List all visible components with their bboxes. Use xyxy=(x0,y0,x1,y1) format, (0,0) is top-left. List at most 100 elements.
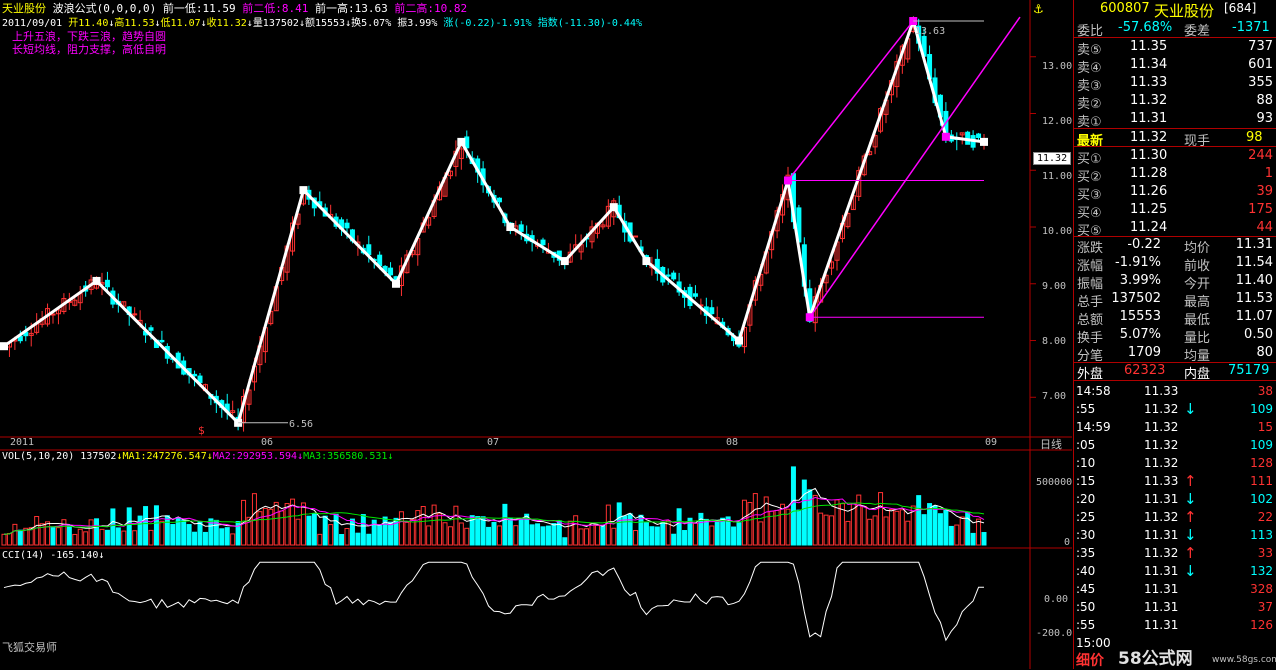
tick-row[interactable]: :30 11.31 ↓ 113 xyxy=(1074,526,1276,544)
volume-bar xyxy=(948,525,954,546)
wave-node xyxy=(0,342,8,351)
volume-bar xyxy=(17,529,23,546)
tick-row[interactable]: :35 11.32 ↑ 33 xyxy=(1074,544,1276,562)
volume-bar xyxy=(747,502,753,546)
candle-body xyxy=(104,279,110,288)
tick-row[interactable]: :25 11.32 ↑ 22 xyxy=(1074,508,1276,526)
volume-bar xyxy=(807,489,813,546)
tick-row[interactable]: :05 11.32 109 xyxy=(1074,436,1276,454)
volume-bar xyxy=(888,509,894,546)
volume-bar xyxy=(186,524,192,546)
volume-bar xyxy=(540,526,546,546)
volume-bar xyxy=(137,515,143,546)
tick-row[interactable]: :20 11.31 ↓ 102 xyxy=(1074,490,1276,508)
volume-bar xyxy=(284,503,290,546)
tick-row[interactable]: :50 11.31 37 xyxy=(1074,598,1276,616)
price-tick: 12.00 xyxy=(1042,116,1073,127)
quote-row: 卖③ 11.33 355 xyxy=(1077,75,1273,94)
volume-bar xyxy=(959,516,965,546)
volume-bar xyxy=(676,508,682,546)
candle-body xyxy=(132,313,138,316)
anchor-icon[interactable]: ⚓ xyxy=(1033,2,1044,16)
candle-body xyxy=(344,222,350,229)
volume-bar xyxy=(426,525,432,546)
channel-lines xyxy=(238,16,1021,424)
candle-body xyxy=(540,239,546,246)
wave-node xyxy=(642,257,651,266)
volume-bar xyxy=(132,530,138,546)
volume-bar xyxy=(834,499,840,546)
tick-row[interactable]: :10 11.32 128 xyxy=(1074,454,1276,472)
volume-bar xyxy=(551,523,557,546)
wave-node xyxy=(92,276,101,285)
tick-row[interactable]: 14:58 11.33 38 xyxy=(1074,382,1276,400)
volume-bar xyxy=(192,531,198,546)
volume-bar xyxy=(409,519,415,546)
volume-bar xyxy=(262,507,268,546)
tick-row[interactable]: :55 11.31 126 xyxy=(1074,616,1276,634)
low-label: 6.56 xyxy=(289,419,314,430)
volume-bar xyxy=(404,521,410,546)
tick-row[interactable]: :15 11.33 ↑ 111 xyxy=(1074,472,1276,490)
volume-bar xyxy=(273,501,279,546)
wave-polyline xyxy=(3,16,985,426)
volume-bar xyxy=(486,526,492,546)
wave-node xyxy=(506,223,515,232)
quote-row: 分笔 1709 均量 80 xyxy=(1077,345,1273,364)
volume-bar xyxy=(812,494,818,546)
volume-bar xyxy=(818,512,824,546)
volume-bar xyxy=(230,533,236,546)
date-tick: 07 xyxy=(487,437,500,448)
volume-bar xyxy=(698,512,704,546)
volume-bar xyxy=(780,503,786,546)
volume-bar xyxy=(94,518,100,546)
high-label: 13.63 xyxy=(915,26,946,37)
volume-bar xyxy=(796,509,802,546)
volume-bar xyxy=(703,518,709,546)
volume-bar xyxy=(349,518,355,546)
volume-bar xyxy=(801,479,807,546)
volume-bar xyxy=(654,526,660,546)
volume-bar xyxy=(916,495,922,546)
price-tick: 9.00 xyxy=(1042,281,1067,292)
candle-body xyxy=(192,373,198,377)
wave-node xyxy=(980,137,988,146)
tick-row[interactable]: :55 11.32 ↓ 109 xyxy=(1074,400,1276,418)
volume-bar xyxy=(72,533,78,546)
volume-bar xyxy=(845,520,851,546)
volume-bar xyxy=(300,502,306,546)
volume-bar xyxy=(99,528,105,546)
volume-bar xyxy=(6,532,12,546)
price-tick: 11.00 xyxy=(1042,171,1073,182)
wave-node xyxy=(392,279,400,288)
volume-bar xyxy=(633,530,639,546)
volume-bar xyxy=(382,516,388,546)
tick-row[interactable]: :45 11.31 328 xyxy=(1074,580,1276,598)
volume-bar xyxy=(420,505,426,546)
price-tick: 7.00 xyxy=(1042,391,1067,402)
detail-tab[interactable]: 细价 xyxy=(1076,650,1104,670)
chart-area[interactable]: 天业股份 波浪公式(0,0,0,0) 前一低:11.59 前二低:8.41 前一… xyxy=(0,0,1072,669)
tick-row[interactable]: :40 11.31 ↓ 132 xyxy=(1074,562,1276,580)
price-axis xyxy=(1030,56,1036,398)
volume-bar xyxy=(453,505,459,546)
volume-bar xyxy=(388,521,394,546)
quote-row: 卖⑤ 11.35 737 xyxy=(1077,39,1273,58)
quote-row: 总手 137502 最高 11.53 xyxy=(1077,291,1273,310)
volume-bar xyxy=(88,519,94,546)
price-tick: 8.00 xyxy=(1042,336,1067,347)
kline-chart[interactable] xyxy=(0,0,1072,669)
volume-bar xyxy=(731,526,737,546)
volume-bar xyxy=(475,516,481,546)
quote-panel[interactable]: 600807 天业股份 [684] 委比 -57.68% 委差 -1371 卖⑤… xyxy=(1073,0,1276,669)
watermark: 飞狐交易师 xyxy=(2,641,57,654)
volume-bar xyxy=(159,520,165,546)
period-button[interactable]: 日线 xyxy=(1040,436,1062,452)
volume-bar xyxy=(829,515,835,546)
price-tick: 13.00 xyxy=(1042,61,1073,72)
signal-s-icon: $ xyxy=(198,424,205,437)
volume-bar xyxy=(937,513,943,546)
volume-bar xyxy=(872,515,878,546)
tick-row[interactable]: 14:59 11.32 15 xyxy=(1074,418,1276,436)
volume-bars xyxy=(1,466,987,546)
